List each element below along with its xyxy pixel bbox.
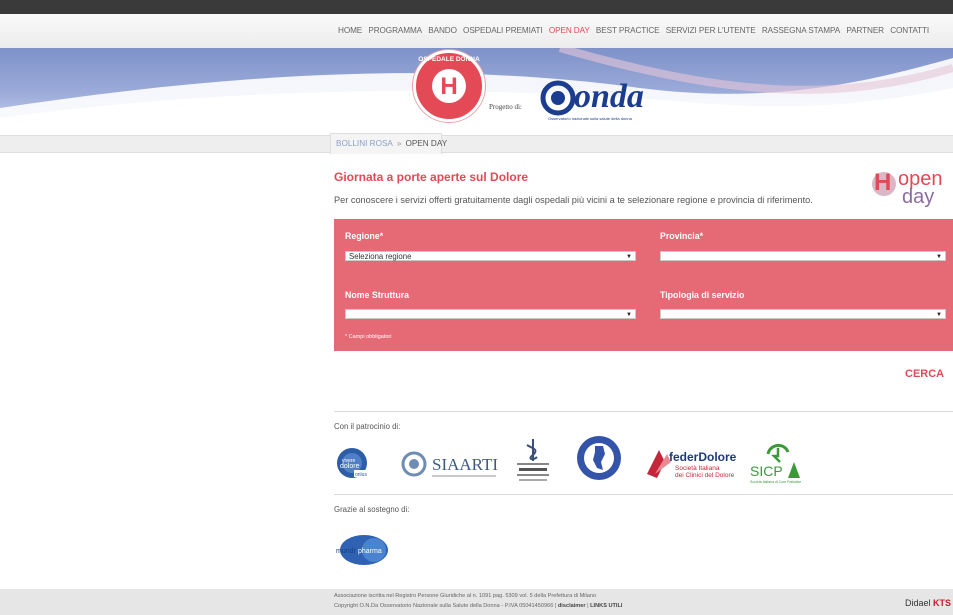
breadcrumb: BOLLINI ROSA» OPEN DAY <box>336 139 447 148</box>
breadcrumb-bar <box>0 135 953 153</box>
nav-home[interactable]: HOME <box>338 26 362 35</box>
h-open-day-logo: H open day <box>872 168 953 216</box>
provincia-select[interactable]: ▼ <box>660 251 946 261</box>
page-title: Giornata a porte aperte sul Dolore <box>334 170 529 184</box>
tipologia-label: Tipologia di servizio <box>660 290 745 300</box>
regione-label: Regione* <box>345 231 384 241</box>
divider <box>334 494 953 495</box>
divider <box>334 411 953 412</box>
svg-text:dolore: dolore <box>340 463 360 470</box>
onda-swirl-icon <box>540 80 576 116</box>
svg-text:dei Clinici del Dolore: dei Clinici del Dolore <box>675 472 735 479</box>
struttura-label: Nome Struttura <box>345 290 410 300</box>
nav-ospedali-premiati[interactable]: OSPEDALI PREMIATI <box>463 26 543 35</box>
breadcrumb-root[interactable]: BOLLINI ROSA <box>336 139 393 148</box>
top-strip <box>0 0 953 14</box>
logo-letter: H <box>440 73 458 100</box>
tipologia-select[interactable]: ▼ <box>660 309 946 319</box>
chevron-down-icon: ▼ <box>626 254 632 260</box>
onda-word: onda <box>574 78 644 115</box>
nav-best-practice[interactable]: BEST PRACTICE <box>596 26 660 35</box>
main-nav: HOME PROGRAMMA BANDO OSPEDALI PREMIATI O… <box>338 26 933 35</box>
vivere-senza-dolore-logo[interactable]: onlus vivere dolore <box>334 446 374 480</box>
mundipharma-logo[interactable]: mundi pharma <box>334 533 392 567</box>
onda-logo[interactable]: onda Osservatorio nazionale sulla salute… <box>536 78 644 121</box>
breadcrumb-separator: » <box>396 139 402 148</box>
links-utili-link[interactable]: LINKS UTILI <box>590 603 622 609</box>
progetto-label: Progetto di: <box>489 103 522 111</box>
nav-programma[interactable]: PROGRAMMA <box>368 26 422 35</box>
svg-text:federDolore: federDolore <box>669 450 737 464</box>
fondazione-procacci-logo[interactable] <box>513 437 553 485</box>
svg-text:SIAARTI: SIAARTI <box>432 455 498 474</box>
federdolore-logo[interactable]: federDolore Società Italiana dei Clinici d… <box>643 444 738 482</box>
svg-text:SICP: SICP <box>750 463 783 479</box>
onda-subtitle: Osservatorio nazionale sulla salute dell… <box>548 116 632 121</box>
regione-select[interactable]: Seleziona regione ▼ <box>345 251 636 261</box>
chevron-down-icon: ▼ <box>936 312 942 318</box>
associazione-italiana-logo[interactable] <box>575 434 623 482</box>
nav-servizi-utente[interactable]: SERVIZI PER L'UTENTE <box>666 26 756 35</box>
provincia-label: Provincia* <box>660 231 704 241</box>
intro-text: Per conoscere i servizi offerti gratuita… <box>334 195 813 205</box>
struttura-select[interactable]: ▼ <box>345 309 636 319</box>
ospedale-donna-logo[interactable]: OSPEDALE DONNA H <box>413 50 485 122</box>
nav-partner[interactable]: PARTNER <box>846 26 884 35</box>
footer-copyright: Copyright O.N.Da Osservatorio Nazionale … <box>334 603 623 609</box>
didael-kts-logo[interactable]: Didael KTS <box>905 598 951 608</box>
sostegno-label: Grazie al sostegno di: <box>334 505 410 514</box>
svg-text:pharma: pharma <box>358 548 382 555</box>
siaarti-logo[interactable]: SIAARTI <box>400 449 500 481</box>
nav-rassegna-stampa[interactable]: RASSEGNA STAMPA <box>762 26 840 35</box>
svg-text:Società Italiana: Società Italiana <box>675 465 720 472</box>
search-button[interactable]: CERCA <box>905 368 944 380</box>
sicp-logo[interactable]: SICP Società Italiana di Cure Palliative <box>750 440 805 484</box>
logo-arc-text: OSPEDALE DONNA <box>418 56 480 63</box>
patrocinio-label: Con il patrocinio di: <box>334 422 401 431</box>
footer-registration: Associazione iscritta nel Registro Perso… <box>334 593 597 599</box>
hopen-h: H <box>874 169 892 196</box>
svg-text:onlus: onlus <box>355 472 367 478</box>
search-form <box>334 219 953 351</box>
disclaimer-link[interactable]: disclaimer <box>558 603 586 609</box>
required-note: * Campi obbligatori <box>345 334 392 340</box>
nav-open-day[interactable]: OPEN DAY <box>549 26 590 35</box>
breadcrumb-current: OPEN DAY <box>405 139 448 148</box>
nav-bando[interactable]: BANDO <box>428 26 457 35</box>
nav-contatti[interactable]: CONTATTI <box>890 26 929 35</box>
svg-text:mundi: mundi <box>336 548 356 555</box>
hopen-day: day <box>902 186 935 208</box>
chevron-down-icon: ▼ <box>936 254 942 260</box>
svg-text:Società Italiana di Cure Palli: Società Italiana di Cure Palliative <box>750 480 801 484</box>
chevron-down-icon: ▼ <box>626 312 632 318</box>
